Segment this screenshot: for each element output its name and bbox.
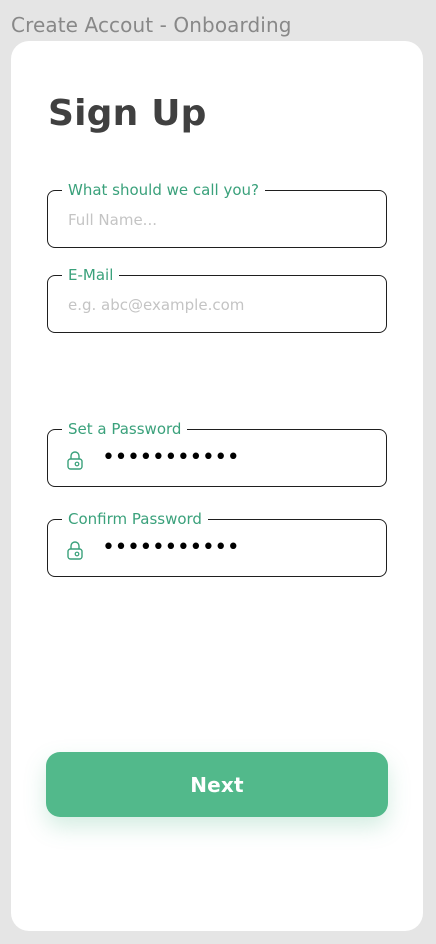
password-field[interactable]: Set a Password •••••••••••	[47, 420, 387, 487]
confirm-password-label: Confirm Password	[62, 510, 208, 528]
password-value: •••••••••••	[102, 445, 240, 470]
email-field[interactable]: E-Mail e.g. abc@example.com	[47, 266, 387, 333]
page-title: Sign Up	[48, 93, 207, 134]
confirm-password-field[interactable]: Confirm Password •••••••••••	[47, 510, 387, 577]
full-name-label: What should we call you?	[62, 181, 265, 199]
lock-icon	[66, 450, 84, 470]
lock-icon	[66, 540, 84, 560]
confirm-password-value: •••••••••••	[102, 535, 240, 560]
full-name-placeholder: Full Name...	[68, 211, 157, 229]
email-label: E-Mail	[62, 266, 120, 284]
email-placeholder: e.g. abc@example.com	[68, 296, 245, 314]
next-button-label: Next	[190, 772, 244, 797]
next-button[interactable]: Next	[46, 752, 388, 817]
full-name-field[interactable]: What should we call you? Full Name...	[47, 181, 387, 248]
password-label: Set a Password	[62, 420, 188, 438]
frame-title: Create Accout - Onboarding	[11, 13, 292, 37]
